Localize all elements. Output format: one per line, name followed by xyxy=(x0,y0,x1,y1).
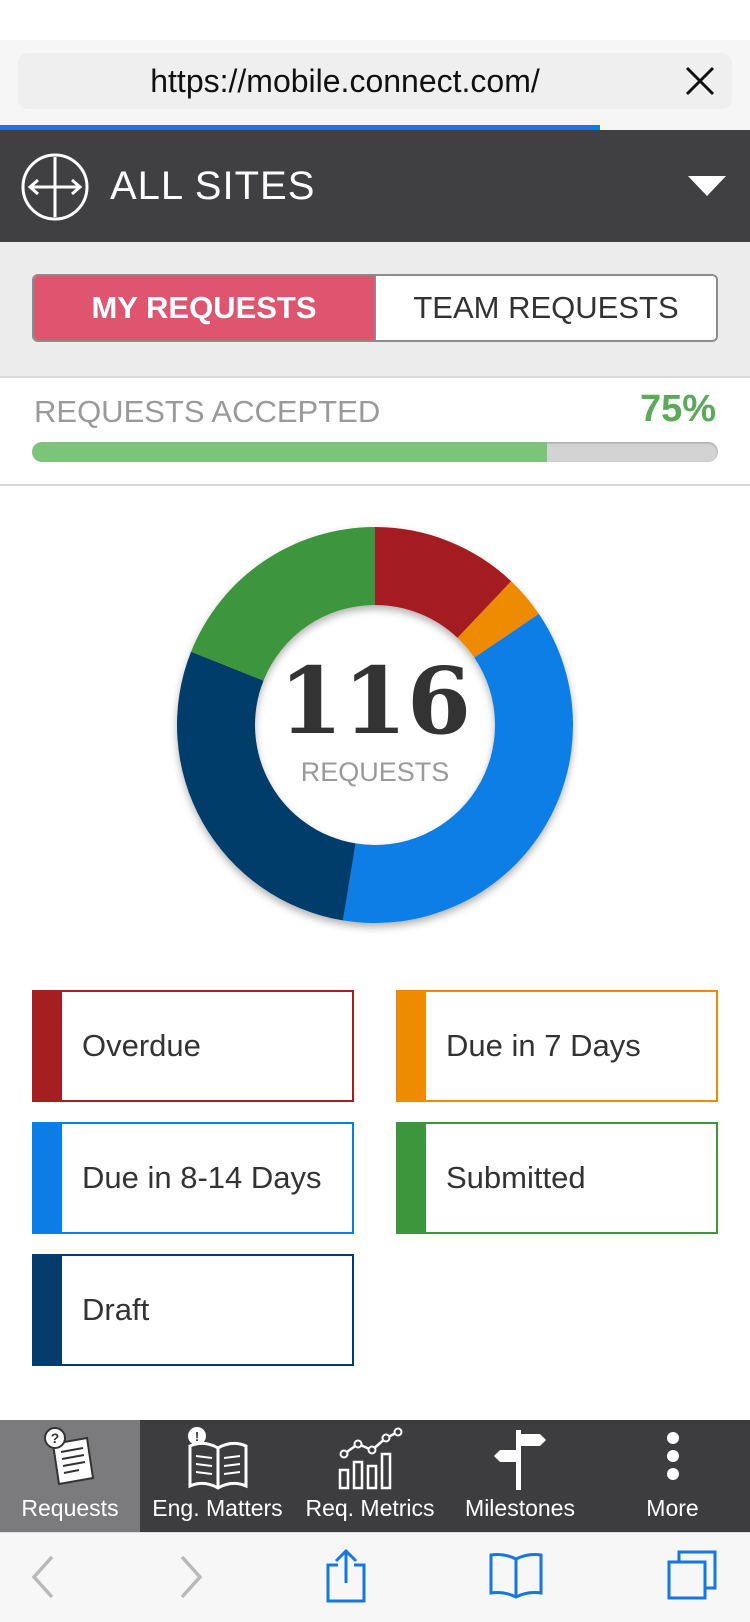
legend-overdue[interactable]: Overdue xyxy=(32,990,354,1102)
team-requests-tab[interactable]: TEAM REQUESTS xyxy=(374,276,716,340)
legend-label: Due in 8-14 Days xyxy=(82,1160,322,1195)
url-text[interactable]: https://mobile.connect.com/ xyxy=(18,53,672,109)
signpost-icon xyxy=(494,1430,546,1490)
legend-label: Overdue xyxy=(82,1028,201,1063)
legend-swatch xyxy=(34,1256,62,1364)
site-title: ALL SITES xyxy=(110,164,316,208)
legend-due-7-days[interactable]: Due in 7 Days xyxy=(396,990,718,1102)
tabs-icon[interactable] xyxy=(666,1549,718,1601)
requests-accepted-section: REQUESTS ACCEPTED 75% xyxy=(0,378,750,486)
my-requests-tab[interactable]: MY REQUESTS xyxy=(34,276,374,340)
requests-accepted-label: REQUESTS ACCEPTED xyxy=(34,394,381,429)
tab-label: Eng. Matters xyxy=(152,1495,283,1521)
tab-milestones[interactable]: Milestones xyxy=(445,1420,595,1532)
book-icon: ! xyxy=(187,1427,247,1490)
request-scope-toggle: MY REQUESTS TEAM REQUESTS xyxy=(32,274,718,342)
address-bar[interactable]: https://mobile.connect.com/ xyxy=(18,53,732,109)
requests-total-caption: REQUESTS xyxy=(300,757,450,787)
svg-text:?: ? xyxy=(51,1430,60,1446)
tab-more[interactable]: More xyxy=(595,1420,750,1532)
tab-label: Req. Metrics xyxy=(305,1495,435,1521)
request-scope-area: MY REQUESTS TEAM REQUESTS xyxy=(0,242,750,378)
globe-arrows-icon xyxy=(21,153,89,221)
more-icon xyxy=(666,1432,679,1480)
legend-label: Draft xyxy=(82,1292,150,1327)
site-selector[interactable]: ALL SITES xyxy=(0,130,750,242)
legend-swatch xyxy=(34,992,62,1100)
requests-total-count: 116 xyxy=(278,647,472,755)
tab-eng-matters[interactable]: ! Eng. Matters xyxy=(140,1420,295,1532)
legend-due-8-14-days[interactable]: Due in 8-14 Days xyxy=(32,1122,354,1234)
accepted-progress-track xyxy=(32,442,718,462)
back-icon[interactable] xyxy=(28,1553,58,1601)
chevron-down-icon[interactable] xyxy=(686,174,728,198)
legend-swatch xyxy=(398,992,426,1100)
close-icon[interactable] xyxy=(682,63,718,99)
forward-icon[interactable] xyxy=(176,1553,206,1601)
svg-text:!: ! xyxy=(194,1429,198,1444)
legend-label: Submitted xyxy=(446,1160,586,1195)
share-icon[interactable] xyxy=(324,1547,368,1603)
tab-label: Requests xyxy=(21,1495,119,1521)
tab-req-metrics[interactable]: Req. Metrics xyxy=(295,1420,445,1532)
legend-swatch xyxy=(398,1124,426,1232)
tab-label: Milestones xyxy=(465,1495,575,1521)
browser-toolbar xyxy=(0,1532,750,1622)
bookmarks-icon[interactable] xyxy=(488,1551,544,1601)
legend-label: Due in 7 Days xyxy=(446,1028,641,1063)
legend-swatch xyxy=(34,1124,62,1232)
requests-icon: ? xyxy=(44,1427,95,1486)
tab-label: More xyxy=(646,1495,699,1521)
tab-requests[interactable]: ? Requests xyxy=(0,1420,140,1532)
requests-accepted-percent: 75% xyxy=(639,388,716,430)
legend-draft[interactable]: Draft xyxy=(32,1254,354,1366)
metrics-icon xyxy=(338,1427,403,1490)
accepted-progress-fill xyxy=(32,442,547,462)
bottom-tab-bar: ? Requests ! Eng. Matters Req. Metrics M… xyxy=(0,1420,750,1532)
legend-submitted[interactable]: Submitted xyxy=(396,1122,718,1234)
browser-address-area: https://mobile.connect.com/ xyxy=(0,40,750,130)
